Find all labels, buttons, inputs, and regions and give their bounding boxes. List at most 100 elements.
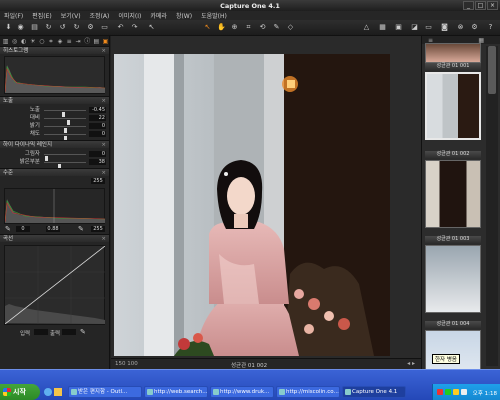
curve-output-field[interactable] [62,329,76,335]
wb-picker-icon[interactable]: ◇ [286,23,295,32]
rotate-icon[interactable]: ⟲ [258,23,267,32]
black-point-eyedropper-icon[interactable]: ✎ [5,225,11,233]
thumbnail-0[interactable] [425,43,481,63]
saturation-slider-track[interactable] [44,134,86,141]
redo-icon[interactable]: ↷ [130,23,139,32]
tray-icon[interactable] [437,389,443,395]
curve-graph[interactable] [4,245,106,325]
undo-icon[interactable]: ↶ [116,23,125,32]
tray-icon[interactable] [445,389,451,395]
import-icon[interactable]: ⬇ [4,23,13,32]
close-icon[interactable]: × [101,141,106,149]
tab-quick-icon[interactable]: ▣ [102,38,109,45]
close-icon[interactable]: × [101,235,106,243]
crop-icon[interactable]: ⌗ [244,23,253,32]
main-photo[interactable] [114,54,390,356]
maximize-button[interactable]: □ [475,1,486,10]
explorer-quicklaunch-icon[interactable] [54,388,62,396]
highlight-slider-track[interactable] [44,162,86,169]
zoom-icon[interactable]: ⊕ [230,23,239,32]
rotate-left-icon[interactable]: ↺ [58,23,67,32]
print-icon[interactable]: ▭ [100,23,109,32]
browser-scrollbar[interactable] [486,46,498,366]
thumbnail-1[interactable] [425,72,481,140]
menu-camera[interactable]: 카메라 [150,11,167,20]
contrast-slider-track[interactable] [44,118,86,125]
task-browser-1[interactable]: http://web.search... [144,386,208,398]
curve-input-field[interactable] [34,329,48,335]
process-icon[interactable]: ⚙ [86,23,95,32]
close-button[interactable]: × [487,1,498,10]
minimize-button[interactable]: _ [463,1,474,10]
tab-output-icon[interactable]: ⇥ [75,38,82,45]
levels-output-high[interactable]: 255 [91,178,105,184]
close-icon[interactable]: × [101,47,106,55]
eyedropper-icon[interactable]: ✎ [272,23,281,32]
levels-low-value[interactable]: 0 [16,226,30,232]
brightness-value[interactable]: 0 [89,123,106,129]
tab-adjust-icon[interactable]: ≡ [66,38,73,45]
tab-detail-icon[interactable]: ◈ [56,38,63,45]
tab-exposure-icon[interactable]: ☀ [29,38,36,45]
menu-file[interactable]: 파일(F) [4,11,23,20]
curve-header[interactable]: 곡선 × [0,234,109,242]
tab-capture-icon[interactable]: ◎ [11,38,18,45]
menu-adjust[interactable]: 조정(A) [90,11,110,20]
highlight-value[interactable]: 38 [89,159,106,165]
tab-library-icon[interactable]: ▥ [2,38,9,45]
tab-batch-icon[interactable]: ▤ [93,38,100,45]
warning-icon[interactable]: △ [362,23,371,32]
help-icon[interactable]: ? [486,23,495,32]
curve-eyedropper-icon[interactable]: ✎ [80,328,86,336]
levels-header[interactable]: 수준 × [0,168,109,176]
hdr-header[interactable]: 하이 다이나믹 레인지 × [0,140,109,148]
start-button[interactable]: 시작 [0,384,40,400]
menu-image[interactable]: 이미지(I) [118,11,141,20]
thumbnail-2[interactable] [425,160,481,228]
camera-icon[interactable]: ◙ [440,23,449,32]
task-browser-3[interactable]: http://miscolin.co... [276,386,340,398]
task-capture-one[interactable]: Capture One 4.1 [342,386,406,398]
task-outlook[interactable]: 받은 편지함 - Outl... [68,386,142,398]
exposure-warn-icon[interactable]: ⊗ [456,23,465,32]
viewer-nav-icon[interactable]: ◂ ▸ [407,360,415,367]
copy-adjust-icon[interactable]: ↖ [147,23,156,32]
contrast-value[interactable]: 22 [89,115,106,121]
close-icon[interactable]: × [101,97,106,105]
rotate-right-icon[interactable]: ↻ [72,23,81,32]
folder-icon[interactable]: ▤ [30,23,39,32]
levels-mid-value[interactable]: 0.88 [46,226,60,232]
thumbnail-3[interactable] [425,245,481,313]
tab-crop-icon[interactable]: ⌗ [47,38,54,45]
shadow-slider-track[interactable] [44,154,86,161]
menu-window[interactable]: 창(W) [176,11,192,20]
hand-icon[interactable]: ✋ [217,23,226,32]
cursor-icon[interactable]: ↖ [203,23,212,32]
white-point-eyedropper-icon[interactable]: ✎ [78,225,84,233]
settings-icon[interactable]: ⚙ [470,23,479,32]
scrollbar-thumb[interactable] [488,46,496,94]
ie-quicklaunch-icon[interactable] [44,388,52,396]
tray-icon[interactable] [453,389,459,395]
histogram-header[interactable]: 히스토그램 × [0,46,109,54]
preview-icon[interactable]: ▭ [424,23,433,32]
capture-icon[interactable]: ◉ [16,23,25,32]
grid-icon[interactable]: ▦ [378,23,387,32]
saturation-value[interactable]: 0 [89,131,106,137]
exposure-header[interactable]: 노출 × [0,96,109,104]
menu-edit[interactable]: 편집(E) [32,11,52,20]
levels-histogram[interactable] [4,188,106,224]
tab-color-icon[interactable]: ◐ [20,38,27,45]
overlay-icon[interactable]: ▣ [394,23,403,32]
menu-view[interactable]: 보기(V) [61,11,81,20]
levels-high-value[interactable]: 255 [91,226,105,232]
proof-icon[interactable]: ◪ [410,23,419,32]
tab-lens-icon[interactable]: ○ [38,38,45,45]
menu-help[interactable]: 도움말(H) [201,11,227,20]
tab-metadata-icon[interactable]: ⓘ [84,38,91,45]
brightness-slider-track[interactable] [44,126,86,133]
refresh-icon[interactable]: ↻ [44,23,53,32]
exposure-slider-track[interactable] [44,110,86,117]
shadow-value[interactable]: 0 [89,151,106,157]
exposure-value[interactable]: -0.45 [89,107,106,113]
